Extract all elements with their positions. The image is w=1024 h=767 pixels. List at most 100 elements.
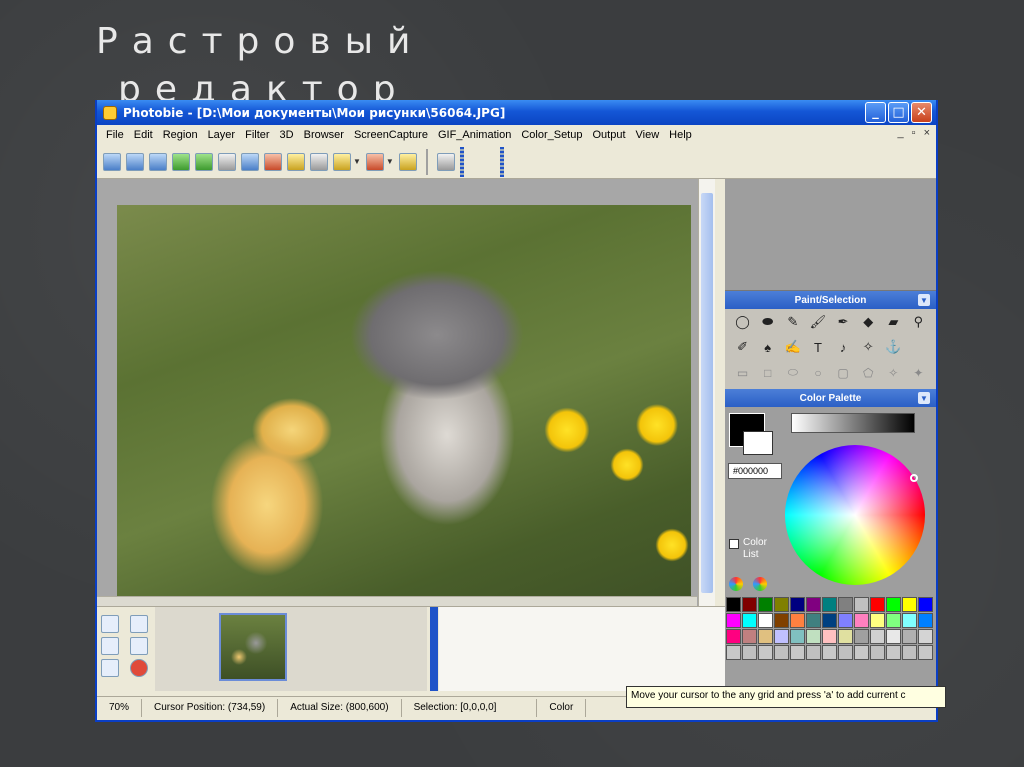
palette-swatch[interactable]: [854, 645, 869, 660]
export-icon[interactable]: [365, 152, 384, 171]
crop-icon[interactable]: [218, 152, 236, 171]
magic-wand-icon[interactable]: ✦: [907, 364, 930, 382]
panel-splitter[interactable]: [715, 179, 725, 606]
palette-swatch[interactable]: [790, 645, 805, 660]
palette-swatch[interactable]: [838, 645, 853, 660]
circle-outline-icon[interactable]: ○: [806, 364, 829, 382]
filmstrip-splitter[interactable]: [430, 607, 438, 691]
palette-swatch[interactable]: [758, 645, 773, 660]
palette-swatch[interactable]: [902, 597, 917, 612]
palette-swatch[interactable]: [854, 613, 869, 628]
color-palette-header[interactable]: Color Palette ▼: [725, 389, 936, 407]
toolbar-grip-2[interactable]: [499, 146, 504, 177]
rounded-rect-icon[interactable]: ▢: [832, 364, 855, 382]
palette-swatch[interactable]: [886, 629, 901, 644]
copy-icon[interactable]: [241, 152, 259, 171]
minimize-button[interactable]: _: [865, 102, 886, 123]
palette-swatch[interactable]: [822, 613, 837, 628]
smudge-icon[interactable]: ✍: [781, 338, 804, 356]
save-icon[interactable]: [149, 152, 167, 171]
vertical-scrollbar[interactable]: [698, 179, 715, 606]
canvas-area[interactable]: [97, 179, 715, 606]
view-single-icon[interactable]: [101, 615, 119, 633]
fill-ellipse-icon[interactable]: ⬬: [756, 313, 779, 331]
palette-swatch[interactable]: [758, 597, 773, 612]
palette-swatch[interactable]: [822, 629, 837, 644]
toolbar-grip[interactable]: [459, 146, 464, 177]
palette-swatch[interactable]: [918, 629, 933, 644]
view-list-icon[interactable]: [101, 637, 119, 655]
color-wheel-cursor[interactable]: [910, 474, 918, 482]
palette-swatch[interactable]: [854, 597, 869, 612]
palette-swatch[interactable]: [838, 629, 853, 644]
menu-3d[interactable]: 3D: [275, 129, 299, 141]
palette-swatch[interactable]: [870, 597, 885, 612]
palette-swatch[interactable]: [918, 597, 933, 612]
palette-swatch[interactable]: [742, 597, 757, 612]
polygon-icon[interactable]: ⬠: [857, 364, 880, 382]
palette-swatch[interactable]: [822, 645, 837, 660]
view-tile-icon[interactable]: [101, 659, 119, 677]
rect-select-icon[interactable]: ▭: [731, 364, 754, 382]
pen-icon[interactable]: ✎: [781, 313, 804, 331]
layers-icon[interactable]: [310, 152, 328, 171]
stamp-icon[interactable]: ♠: [756, 338, 779, 356]
palette-swatch[interactable]: [806, 597, 821, 612]
ellipse-select-icon[interactable]: ◯: [731, 313, 754, 331]
menu-browser[interactable]: Browser: [299, 129, 349, 141]
menu-region[interactable]: Region: [158, 129, 203, 141]
airbrush-icon[interactable]: ✒: [832, 313, 855, 331]
region-tool-icon[interactable]: [436, 152, 455, 171]
shrink-icon[interactable]: [130, 637, 148, 655]
palette-swatch[interactable]: [886, 645, 901, 660]
palette-swatch[interactable]: [758, 613, 773, 628]
dodge-icon[interactable]: ♪: [832, 338, 855, 356]
palette-swatch[interactable]: [902, 645, 917, 660]
palette-swatch[interactable]: [870, 629, 885, 644]
brightness-gradient[interactable]: [791, 413, 915, 433]
palette-swatch[interactable]: [790, 597, 805, 612]
menu-edit[interactable]: Edit: [129, 129, 158, 141]
menu-layer[interactable]: Layer: [203, 129, 241, 141]
anchor-icon[interactable]: ⚓: [882, 338, 905, 356]
menu-gif-animation[interactable]: GIF_Animation: [433, 129, 516, 141]
lasso-icon[interactable]: ✧: [882, 364, 905, 382]
export-dropdown-icon[interactable]: ▼: [386, 157, 394, 166]
palette-swatch[interactable]: [870, 645, 885, 660]
eraser-icon[interactable]: ▰: [882, 313, 905, 331]
palette-swatch[interactable]: [774, 597, 789, 612]
menu-output[interactable]: Output: [587, 129, 630, 141]
palette-swap-icon[interactable]: [753, 577, 767, 591]
expand-icon[interactable]: [130, 615, 148, 633]
palette-swatch[interactable]: [886, 613, 901, 628]
image-thumbnail[interactable]: [219, 613, 287, 681]
maximize-button[interactable]: □: [888, 102, 909, 123]
palette-swatch[interactable]: [774, 613, 789, 628]
undo-icon[interactable]: [172, 152, 190, 171]
palette-swatch[interactable]: [902, 613, 917, 628]
image-canvas[interactable]: [117, 205, 691, 605]
palette-swatch[interactable]: [774, 629, 789, 644]
mdi-minimize-button[interactable]: _: [898, 127, 904, 139]
palette-picker-icon[interactable]: [729, 577, 743, 591]
scroll-thumb[interactable]: [701, 193, 713, 593]
color-list-toggle[interactable]: Color List: [729, 537, 777, 561]
palette-swatch[interactable]: [726, 597, 741, 612]
text-icon[interactable]: T: [806, 338, 829, 356]
menu-help[interactable]: Help: [664, 129, 697, 141]
palette-swatch[interactable]: [790, 629, 805, 644]
hex-color-field[interactable]: #000000: [728, 463, 782, 479]
picker-icon[interactable]: ⚲: [907, 313, 930, 331]
horizontal-scrollbar[interactable]: [97, 596, 697, 606]
palette-swatch[interactable]: [742, 613, 757, 628]
capture-icon[interactable]: [333, 152, 351, 171]
fill-icon[interactable]: ◆: [857, 313, 880, 331]
palette-swatch[interactable]: [838, 613, 853, 628]
palette-swatch[interactable]: [774, 645, 789, 660]
palette-swatch[interactable]: [742, 629, 757, 644]
color-list-checkbox[interactable]: [729, 539, 739, 549]
palette-swatch[interactable]: [806, 629, 821, 644]
ellipse-outline-icon[interactable]: ⬭: [781, 364, 804, 382]
palette-swatch[interactable]: [822, 597, 837, 612]
palette-swatch[interactable]: [902, 629, 917, 644]
